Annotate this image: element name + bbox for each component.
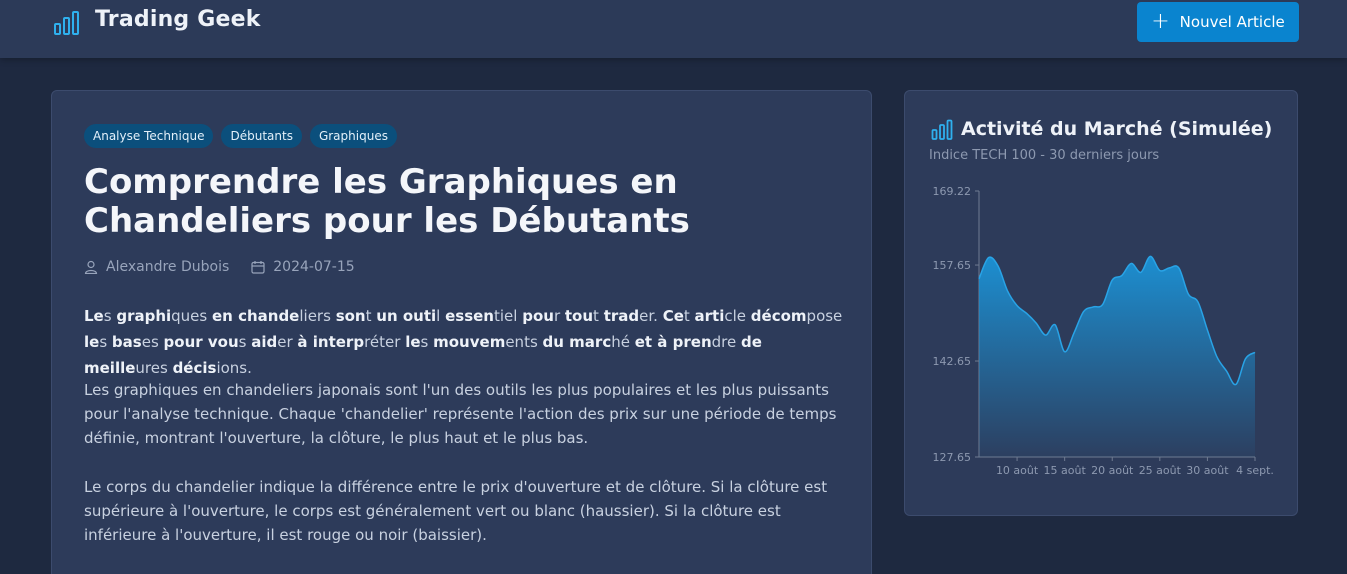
- y-tick-label: 142.65: [933, 355, 972, 368]
- tag-graphiques[interactable]: Graphiques: [309, 124, 397, 148]
- x-tick-label: 4 sept.: [1236, 464, 1274, 477]
- x-tick-label: 20 août: [1091, 464, 1134, 477]
- market-chart-card: Activité du Marché (Simulée) Indice TECH…: [904, 90, 1298, 516]
- area-fill: [979, 256, 1255, 457]
- article-paragraph: Le corps du chandelier indique la différ…: [84, 478, 828, 544]
- x-tick-label: 25 août: [1139, 464, 1182, 477]
- top-bar: Trading Geek + Nouvel Article: [0, 0, 1347, 58]
- tag-analyse-technique[interactable]: Analyse Technique: [84, 124, 214, 148]
- bar-chart-icon: [54, 11, 79, 35]
- publish-date: 2024-07-15: [273, 259, 355, 275]
- new-article-label: Nouvel Article: [1179, 13, 1285, 31]
- app-title[interactable]: Trading Geek: [95, 7, 261, 32]
- plus-icon: +: [1151, 9, 1170, 34]
- article-card: Analyse Technique Débutants Graphiques C…: [51, 90, 872, 574]
- tag-list: Analyse Technique Débutants Graphiques: [84, 124, 397, 148]
- y-tick-label: 169.22: [933, 185, 972, 198]
- chart-title: Activité du Marché (Simulée): [961, 118, 1273, 140]
- y-tick-label: 157.65: [933, 259, 972, 272]
- user-icon: [84, 260, 98, 274]
- new-article-button[interactable]: + Nouvel Article: [1137, 2, 1299, 42]
- calendar-icon: [251, 261, 265, 274]
- tag-debutants[interactable]: Débutants: [221, 124, 302, 148]
- article-title: Comprendre les Graphiques en Chandeliers…: [84, 162, 690, 241]
- market-area-chart: 127.65 142.65 157.65 169.22 10 août 15 août 20…: [933, 185, 1274, 477]
- article-intro: Les graphiques en chandeliers sont un ou…: [84, 307, 843, 377]
- author-name: Alexandre Dubois: [106, 259, 230, 275]
- x-tick-label: 30 août: [1186, 464, 1229, 477]
- x-tick-label: 15 août: [1044, 464, 1087, 477]
- article-meta: Alexandre Dubois 2024-07-15: [84, 259, 355, 275]
- chart-subtitle: Indice TECH 100 - 30 derniers jours: [929, 148, 1160, 163]
- x-tick-label: 10 août: [996, 464, 1039, 477]
- y-tick-label: 127.65: [933, 451, 972, 464]
- article-paragraph: Les graphiques en chandeliers japonais s…: [84, 381, 837, 447]
- bar-chart-icon: [931, 119, 953, 140]
